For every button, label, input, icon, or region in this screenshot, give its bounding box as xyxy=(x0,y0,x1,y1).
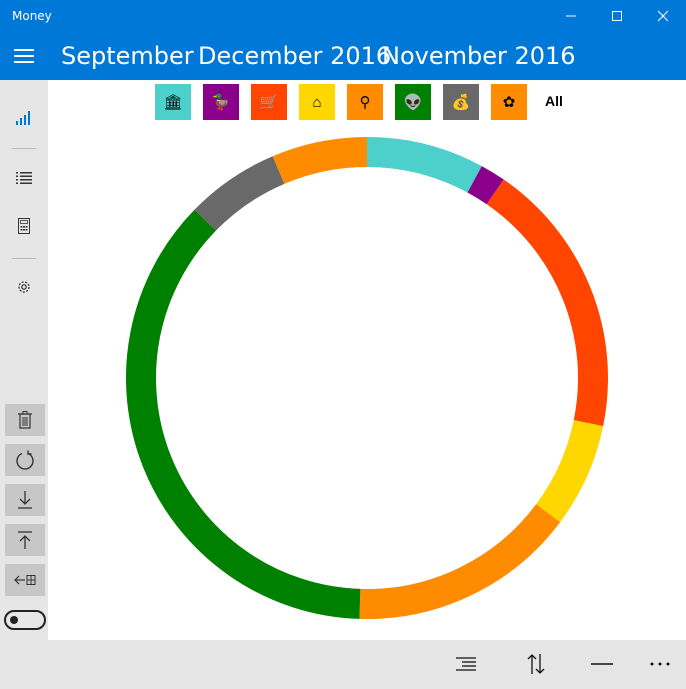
category-filter-magnifier[interactable]: ⚲ xyxy=(347,84,383,120)
maximize-button[interactable] xyxy=(594,0,640,32)
house-icon: ⌂ xyxy=(312,93,322,111)
main-panel: 🏛 🦆 🛒 ⌂ ⚲ 👽 💰 ✿ All xyxy=(48,80,686,640)
hamburger-menu-button[interactable] xyxy=(0,32,48,80)
download-button[interactable] xyxy=(5,484,45,516)
upload-icon xyxy=(18,531,32,549)
magnifier-icon: ⚲ xyxy=(359,94,371,111)
trash-icon xyxy=(18,411,32,429)
maximize-icon xyxy=(612,11,622,21)
category-filter-bank[interactable]: 🏛 xyxy=(155,84,191,120)
download-icon xyxy=(18,491,32,509)
more-icon xyxy=(650,662,670,666)
bar-chart-icon xyxy=(16,111,30,125)
settings-nav-button[interactable] xyxy=(4,269,44,305)
refresh-icon xyxy=(16,450,34,470)
toggle-knob xyxy=(10,616,18,624)
delete-button[interactable] xyxy=(5,404,45,436)
indent-list-icon xyxy=(456,657,476,671)
category-filter-alien[interactable]: 👽 xyxy=(395,84,431,120)
toggle-switch[interactable] xyxy=(4,610,46,630)
sidebar-divider xyxy=(12,148,36,149)
gear-icon xyxy=(18,281,30,293)
app-header: September December 2016 November 2016 xyxy=(0,32,686,80)
category-filter-money-bag[interactable]: 💰 xyxy=(443,84,479,120)
cart-icon: 🛒 xyxy=(259,94,279,111)
donut-segment-7[interactable] xyxy=(194,156,285,231)
sort-list-button[interactable] xyxy=(446,648,486,680)
list-icon xyxy=(16,172,32,184)
refresh-button[interactable] xyxy=(5,444,45,476)
calculator-icon xyxy=(18,218,30,234)
donut-segment-8[interactable] xyxy=(272,137,368,184)
flower-icon: ✿ xyxy=(502,94,516,111)
bottom-app-bar xyxy=(0,640,686,689)
alien-icon: 👽 xyxy=(403,94,423,111)
category-filter-house[interactable]: ⌂ xyxy=(299,84,335,120)
donut-segment-3[interactable] xyxy=(486,179,608,427)
title-bar: Money xyxy=(0,0,686,32)
sort-order-button[interactable] xyxy=(516,648,556,680)
hamburger-icon xyxy=(14,49,34,63)
category-filter-duck[interactable]: 🦆 xyxy=(203,84,239,120)
chart-nav-button[interactable] xyxy=(4,100,44,136)
sidebar xyxy=(0,80,48,640)
donut-segment-1[interactable] xyxy=(366,137,482,193)
app-title: Money xyxy=(12,9,52,23)
minimize-icon xyxy=(566,15,576,17)
donut-segment-6[interactable] xyxy=(126,209,361,619)
category-donut-chart xyxy=(126,137,608,619)
money-bag-icon: 💰 xyxy=(451,94,471,111)
close-button[interactable] xyxy=(640,0,686,32)
category-filter-cart[interactable]: 🛒 xyxy=(251,84,287,120)
more-options-button[interactable] xyxy=(640,648,680,680)
donut-segment-4[interactable] xyxy=(535,419,604,523)
filter-all[interactable]: All xyxy=(545,93,563,109)
calculator-nav-button[interactable] xyxy=(4,208,44,244)
category-filter-flower[interactable]: ✿ xyxy=(491,84,527,120)
donut-segment-5[interactable] xyxy=(359,504,561,619)
tab-november-2016[interactable]: November 2016 xyxy=(382,42,576,70)
duck-icon: 🦆 xyxy=(211,94,231,111)
close-icon xyxy=(657,10,669,22)
donut-segment-2[interactable] xyxy=(467,166,504,205)
tab-december-2016[interactable]: December 2016 xyxy=(198,42,391,70)
sidebar-divider xyxy=(12,258,36,259)
arrow-to-table-icon xyxy=(14,575,36,585)
minimize-button[interactable] xyxy=(548,0,594,32)
upload-button[interactable] xyxy=(5,524,45,556)
up-down-arrows-icon xyxy=(527,654,545,674)
tab-september[interactable]: September xyxy=(61,42,194,70)
collapse-button[interactable] xyxy=(582,648,622,680)
import-table-button[interactable] xyxy=(5,564,45,596)
minus-icon xyxy=(591,663,613,665)
bank-icon: 🏛 xyxy=(163,94,183,111)
list-nav-button[interactable] xyxy=(4,160,44,196)
